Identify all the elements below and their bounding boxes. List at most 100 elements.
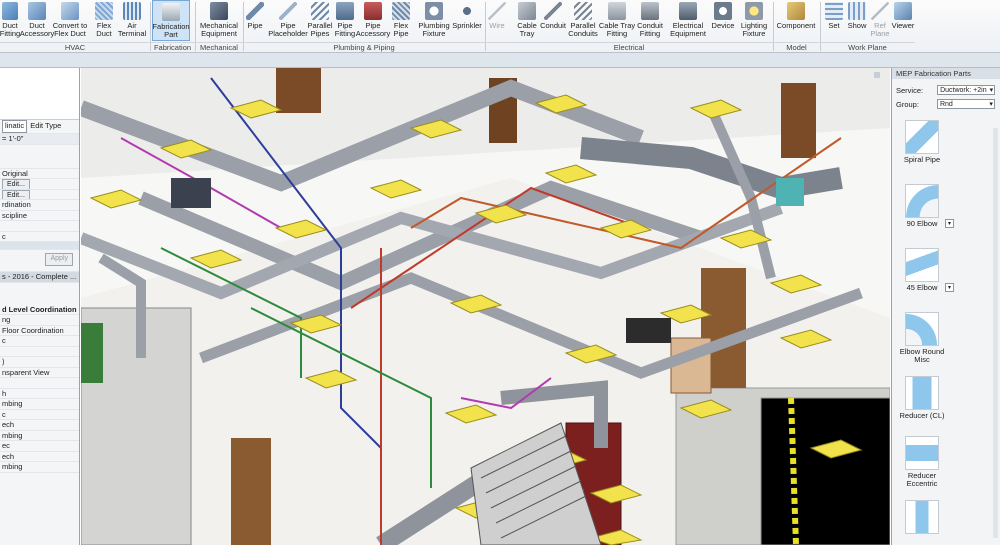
browser-item[interactable]: ech (0, 452, 79, 462)
electrical-equipment-icon (679, 2, 697, 20)
wire-button[interactable]: Wire (487, 0, 507, 41)
apply-button[interactable]: Apply (45, 253, 73, 266)
elbow-45-icon (905, 248, 939, 282)
conduit-button[interactable]: Conduit (540, 0, 566, 41)
service-row: Service: Ductwork: +2in (892, 83, 1000, 97)
panel-title: MEP Fabrication Parts (892, 68, 1000, 79)
browser-item[interactable]: mbing (0, 399, 79, 410)
plumbing-fixture-icon (425, 2, 443, 20)
door (231, 438, 271, 545)
property-row: c (0, 232, 79, 242)
plumbing-fixture-button[interactable]: Plumbing Fixture (418, 0, 450, 41)
viewer-button[interactable]: Viewer (891, 0, 915, 41)
edit-button[interactable]: Edit... (2, 189, 30, 200)
duct-accessory-button[interactable]: Duct Accessory (20, 0, 54, 41)
edit-type-button[interactable]: Edit Type (30, 121, 61, 132)
mechanical-equipment-button[interactable]: Mechanical Equipment (198, 0, 240, 41)
browser-item[interactable]: ng (0, 315, 79, 326)
type-selector[interactable]: linatic (2, 120, 28, 133)
pipe-fitting-icon (336, 2, 354, 20)
browser-item[interactable]: d Level Coordination (0, 305, 79, 315)
show-button[interactable]: Show (846, 0, 868, 41)
cable-tray-fitting-icon (608, 2, 626, 20)
device-button[interactable]: Device (710, 0, 736, 41)
pipe-placeholder-icon (279, 2, 297, 20)
browser-item[interactable]: c (0, 336, 79, 347)
chevron-down-icon[interactable]: ▾ (945, 283, 954, 292)
3d-viewport[interactable] (81, 68, 890, 545)
equipment-unit (776, 178, 804, 206)
part-tee[interactable] (898, 500, 946, 536)
panel-label-electrical: Electrical (485, 42, 773, 52)
conduit-fitting-button[interactable]: Conduit Fitting (636, 0, 664, 41)
elbow-round-misc-icon (905, 312, 939, 346)
panel-label-model: Model (773, 42, 820, 52)
service-dropdown[interactable]: Ductwork: +2in (937, 85, 996, 95)
property-row: rdination (0, 200, 79, 211)
pipe-accessory-button[interactable]: Pipe Accessory (356, 0, 390, 41)
flex-duct-button[interactable]: Flex Duct (92, 0, 116, 41)
reducer-eccentric-icon (905, 436, 939, 470)
scrollbar[interactable] (993, 128, 998, 538)
reducer-cl-icon (905, 376, 939, 410)
pipe-accessory-icon (364, 2, 382, 20)
show-icon (848, 2, 866, 20)
lighting-fixture-button[interactable]: Lighting Fixture (739, 0, 769, 41)
panel-label-plumbing-piping: Plumbing & Piping (243, 42, 485, 52)
parallel-pipes-button[interactable]: Parallel Pipes (308, 0, 333, 41)
ref-plane-button[interactable]: Ref Plane (870, 0, 890, 41)
edit-button[interactable]: Edit... (2, 179, 30, 189)
browser-item[interactable]: Floor Coordination (0, 326, 79, 336)
fabrication-part-button[interactable]: Fabrication Part (152, 0, 190, 41)
viewport-control-icon[interactable] (874, 72, 880, 78)
duct-fitting-button[interactable]: Duct Fitting (0, 0, 20, 41)
electrical-equipment-button[interactable]: Electrical Equipment (668, 0, 708, 41)
sprinkler-button[interactable]: Sprinkler (452, 0, 482, 41)
cable-tray-button[interactable]: Cable Tray (515, 0, 539, 41)
mechanical-equipment-icon (210, 2, 228, 20)
browser-item[interactable]: ech (0, 420, 79, 431)
set-icon (825, 2, 843, 20)
browser-item[interactable]: mbing (0, 462, 79, 473)
flex-pipe-icon (392, 2, 410, 20)
browser-item[interactable] (0, 347, 79, 357)
viewer-icon (894, 2, 912, 20)
chevron-down-icon[interactable]: ▾ (945, 219, 954, 228)
part-reducer-eccentric[interactable]: Reducer Eccentric (898, 436, 946, 488)
sprinkler-icon (458, 2, 476, 20)
component-button[interactable]: Component (777, 0, 815, 41)
browser-item[interactable]: ) (0, 357, 79, 368)
pipe-fitting-button[interactable]: Pipe Fitting (334, 0, 356, 41)
browser-item[interactable]: c (0, 410, 79, 420)
part-elbow-round-misc[interactable]: Elbow Round Misc (898, 312, 946, 364)
browser-item[interactable]: ec (0, 441, 79, 452)
panel-label-mechanical: Mechanical (195, 42, 243, 52)
scale-row[interactable]: = 1'-0" (0, 134, 79, 145)
duct-accessory-icon (28, 2, 46, 20)
part-45-elbow[interactable]: 45 Elbow ▾ (898, 248, 954, 292)
convert-flex-button[interactable]: Convert to Flex Duct (53, 0, 87, 41)
ref-plane-icon (871, 2, 889, 20)
equipment-unit (626, 318, 671, 343)
browser-item[interactable]: nsparent View (0, 368, 79, 378)
brick-wall (760, 397, 890, 545)
pipe-icon (246, 2, 264, 20)
browser-item[interactable]: mbing (0, 431, 79, 441)
device-icon (714, 2, 732, 20)
cable-tray-fitting-button[interactable]: Cable Tray Fitting (599, 0, 635, 41)
part-90-elbow[interactable]: 90 Elbow ▾ (898, 184, 954, 228)
browser-item[interactable] (0, 378, 79, 389)
convert-flex-icon (61, 2, 79, 20)
elbow-90-icon (905, 184, 939, 218)
group-dropdown[interactable]: Rnd (936, 99, 995, 109)
parallel-conduits-button[interactable]: Parallel Conduits (568, 0, 598, 41)
browser-item[interactable]: h (0, 389, 79, 399)
pipe-placeholder-button[interactable]: Pipe Placeholder (268, 0, 308, 41)
air-terminal-button[interactable]: Air Terminal (117, 0, 147, 41)
part-spiral-pipe[interactable]: Spiral Pipe (898, 120, 946, 164)
set-button[interactable]: Set (824, 0, 844, 41)
flex-pipe-button[interactable]: Flex Pipe (390, 0, 412, 41)
tee-fitting-icon (905, 500, 939, 534)
part-reducer-cl[interactable]: Reducer (CL) (898, 376, 946, 420)
pipe-button[interactable]: Pipe (245, 0, 265, 41)
